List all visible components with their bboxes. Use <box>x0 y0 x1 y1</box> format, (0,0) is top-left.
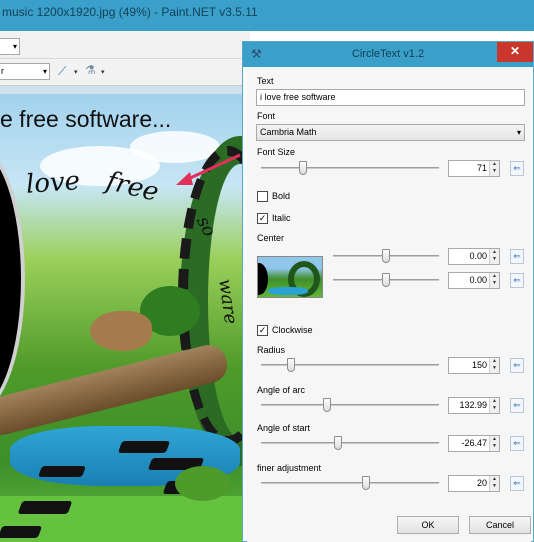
center-x-reset-button[interactable]: ⇐ <box>510 249 524 264</box>
app-title-bar: music 1200x1920.jpg (49%) - Paint.NET v3… <box>0 0 534 31</box>
finer-adjustment-reset-button[interactable]: ⇐ <box>510 476 524 491</box>
angle-of-arc-reset-button[interactable]: ⇐ <box>510 398 524 413</box>
reset-arrow-icon: ⇐ <box>513 478 521 488</box>
spinner-arrows[interactable]: ▲ ▼ <box>489 358 499 373</box>
font-label: Font <box>257 111 276 121</box>
reset-arrow-icon: ⇐ <box>513 438 521 448</box>
radius-slider-thumb[interactable] <box>287 358 295 372</box>
center-x-slider-thumb[interactable] <box>382 249 390 263</box>
font-size-reset-button[interactable]: ⇐ <box>510 161 524 176</box>
center-y-slider-thumb[interactable] <box>382 273 390 287</box>
toolbar-secondary: r ▾ ⟋ ▾ ⚗ ▾ <box>0 59 250 86</box>
image-canvas[interactable]: e free software... love free so ware <box>0 86 242 542</box>
spinner-arrows[interactable]: ▲ ▼ <box>489 436 499 451</box>
reset-arrow-icon: ⇐ <box>513 251 521 261</box>
angle-of-start-label: Angle of start <box>257 423 311 433</box>
finer-adjustment-label: finer adjustment <box>257 463 322 473</box>
center-y-reset-button[interactable]: ⇐ <box>510 273 524 288</box>
radius-reset-button[interactable]: ⇐ <box>510 358 524 373</box>
radius-field[interactable]: 150 ▲ ▼ <box>448 357 500 374</box>
font-select[interactable]: Cambria Math ▾ <box>256 124 525 141</box>
center-x-field[interactable]: 0.00 ▲ ▼ <box>448 248 500 265</box>
angle-of-arc-field[interactable]: 132.99 ▲ ▼ <box>448 397 500 414</box>
close-icon: ✕ <box>509 44 521 58</box>
text-input[interactable]: i love free software <box>256 89 525 106</box>
chevron-down-icon[interactable]: ▾ <box>74 68 78 76</box>
toolbar-select-top[interactable]: ▾ <box>0 38 20 55</box>
dialog-title-bar[interactable]: ⚒ CircleText v1.2 <box>243 42 533 67</box>
font-size-slider-thumb[interactable] <box>299 161 307 175</box>
reset-arrow-icon: ⇐ <box>513 400 521 410</box>
angle-of-arc-slider-thumb[interactable] <box>323 398 331 412</box>
center-y-field[interactable]: 0.00 ▲ ▼ <box>448 272 500 289</box>
finer-adjustment-field[interactable]: 20 ▲ ▼ <box>448 475 500 492</box>
angle-of-arc-label: Angle of arc <box>257 385 306 395</box>
check-icon: ✓ <box>258 213 267 223</box>
text-label: Text <box>257 76 274 86</box>
spinner-arrows[interactable]: ▲ ▼ <box>489 273 499 288</box>
angle-of-start-reset-button[interactable]: ⇐ <box>510 436 524 451</box>
antialias-icon[interactable]: ⟋ <box>58 64 66 79</box>
reset-arrow-icon: ⇐ <box>513 360 521 370</box>
chevron-down-icon: ▾ <box>516 128 521 137</box>
bold-label: Bold <box>272 191 291 201</box>
center-label: Center <box>257 233 285 243</box>
close-button[interactable]: ✕ <box>497 42 533 62</box>
finer-adjustment-slider-thumb[interactable] <box>362 476 370 490</box>
italic-checkbox[interactable]: ✓ <box>257 213 268 224</box>
font-size-field[interactable]: 71 ▲ ▼ <box>448 160 500 177</box>
radius-label: Radius <box>257 345 286 355</box>
chevron-down-icon[interactable]: ▾ <box>101 68 105 76</box>
reset-arrow-icon: ⇐ <box>513 275 521 285</box>
center-preview-thumbnail[interactable] <box>257 256 323 298</box>
angle-of-start-slider-thumb[interactable] <box>334 436 342 450</box>
spinner-arrows[interactable]: ▲ ▼ <box>489 476 499 491</box>
dialog-body: Text i love free software Font Cambria M… <box>247 67 531 542</box>
spinner-arrows[interactable]: ▲ ▼ <box>489 398 499 413</box>
check-icon: ✓ <box>258 325 267 335</box>
cancel-button[interactable]: Cancel <box>469 516 531 534</box>
chevron-down-icon: ▾ <box>42 67 47 76</box>
app-title: music 1200x1920.jpg (49%) - Paint.NET v3… <box>2 5 258 19</box>
spinner-arrows[interactable]: ▲ ▼ <box>489 161 499 176</box>
flask-icon[interactable]: ⚗ <box>85 63 96 77</box>
angle-of-start-slider[interactable] <box>261 442 439 444</box>
circletext-dialog: ⚒ CircleText v1.2 ✕ Text i love free sof… <box>242 41 534 542</box>
ok-button[interactable]: OK <box>397 516 459 534</box>
clockwise-label: Clockwise <box>272 325 313 335</box>
pointer-arrow <box>176 153 241 185</box>
toolbar-primary: ▾ <box>0 31 250 59</box>
italic-label: Italic <box>272 213 291 223</box>
reset-arrow-icon: ⇐ <box>513 163 521 173</box>
bold-checkbox[interactable] <box>257 191 268 202</box>
chevron-down-icon: ▾ <box>12 42 17 51</box>
clockwise-checkbox[interactable]: ✓ <box>257 325 268 336</box>
angle-of-start-field[interactable]: -26.47 ▲ ▼ <box>448 435 500 452</box>
finer-adjustment-slider[interactable] <box>261 482 439 484</box>
toolbar-select-second[interactable]: r ▾ <box>0 63 50 80</box>
font-size-label: Font Size <box>257 147 296 157</box>
font-size-slider[interactable] <box>261 167 439 169</box>
dialog-title: CircleText v1.2 <box>351 48 425 60</box>
spinner-arrows[interactable]: ▲ ▼ <box>489 249 499 264</box>
angle-of-arc-slider[interactable] <box>261 404 439 406</box>
